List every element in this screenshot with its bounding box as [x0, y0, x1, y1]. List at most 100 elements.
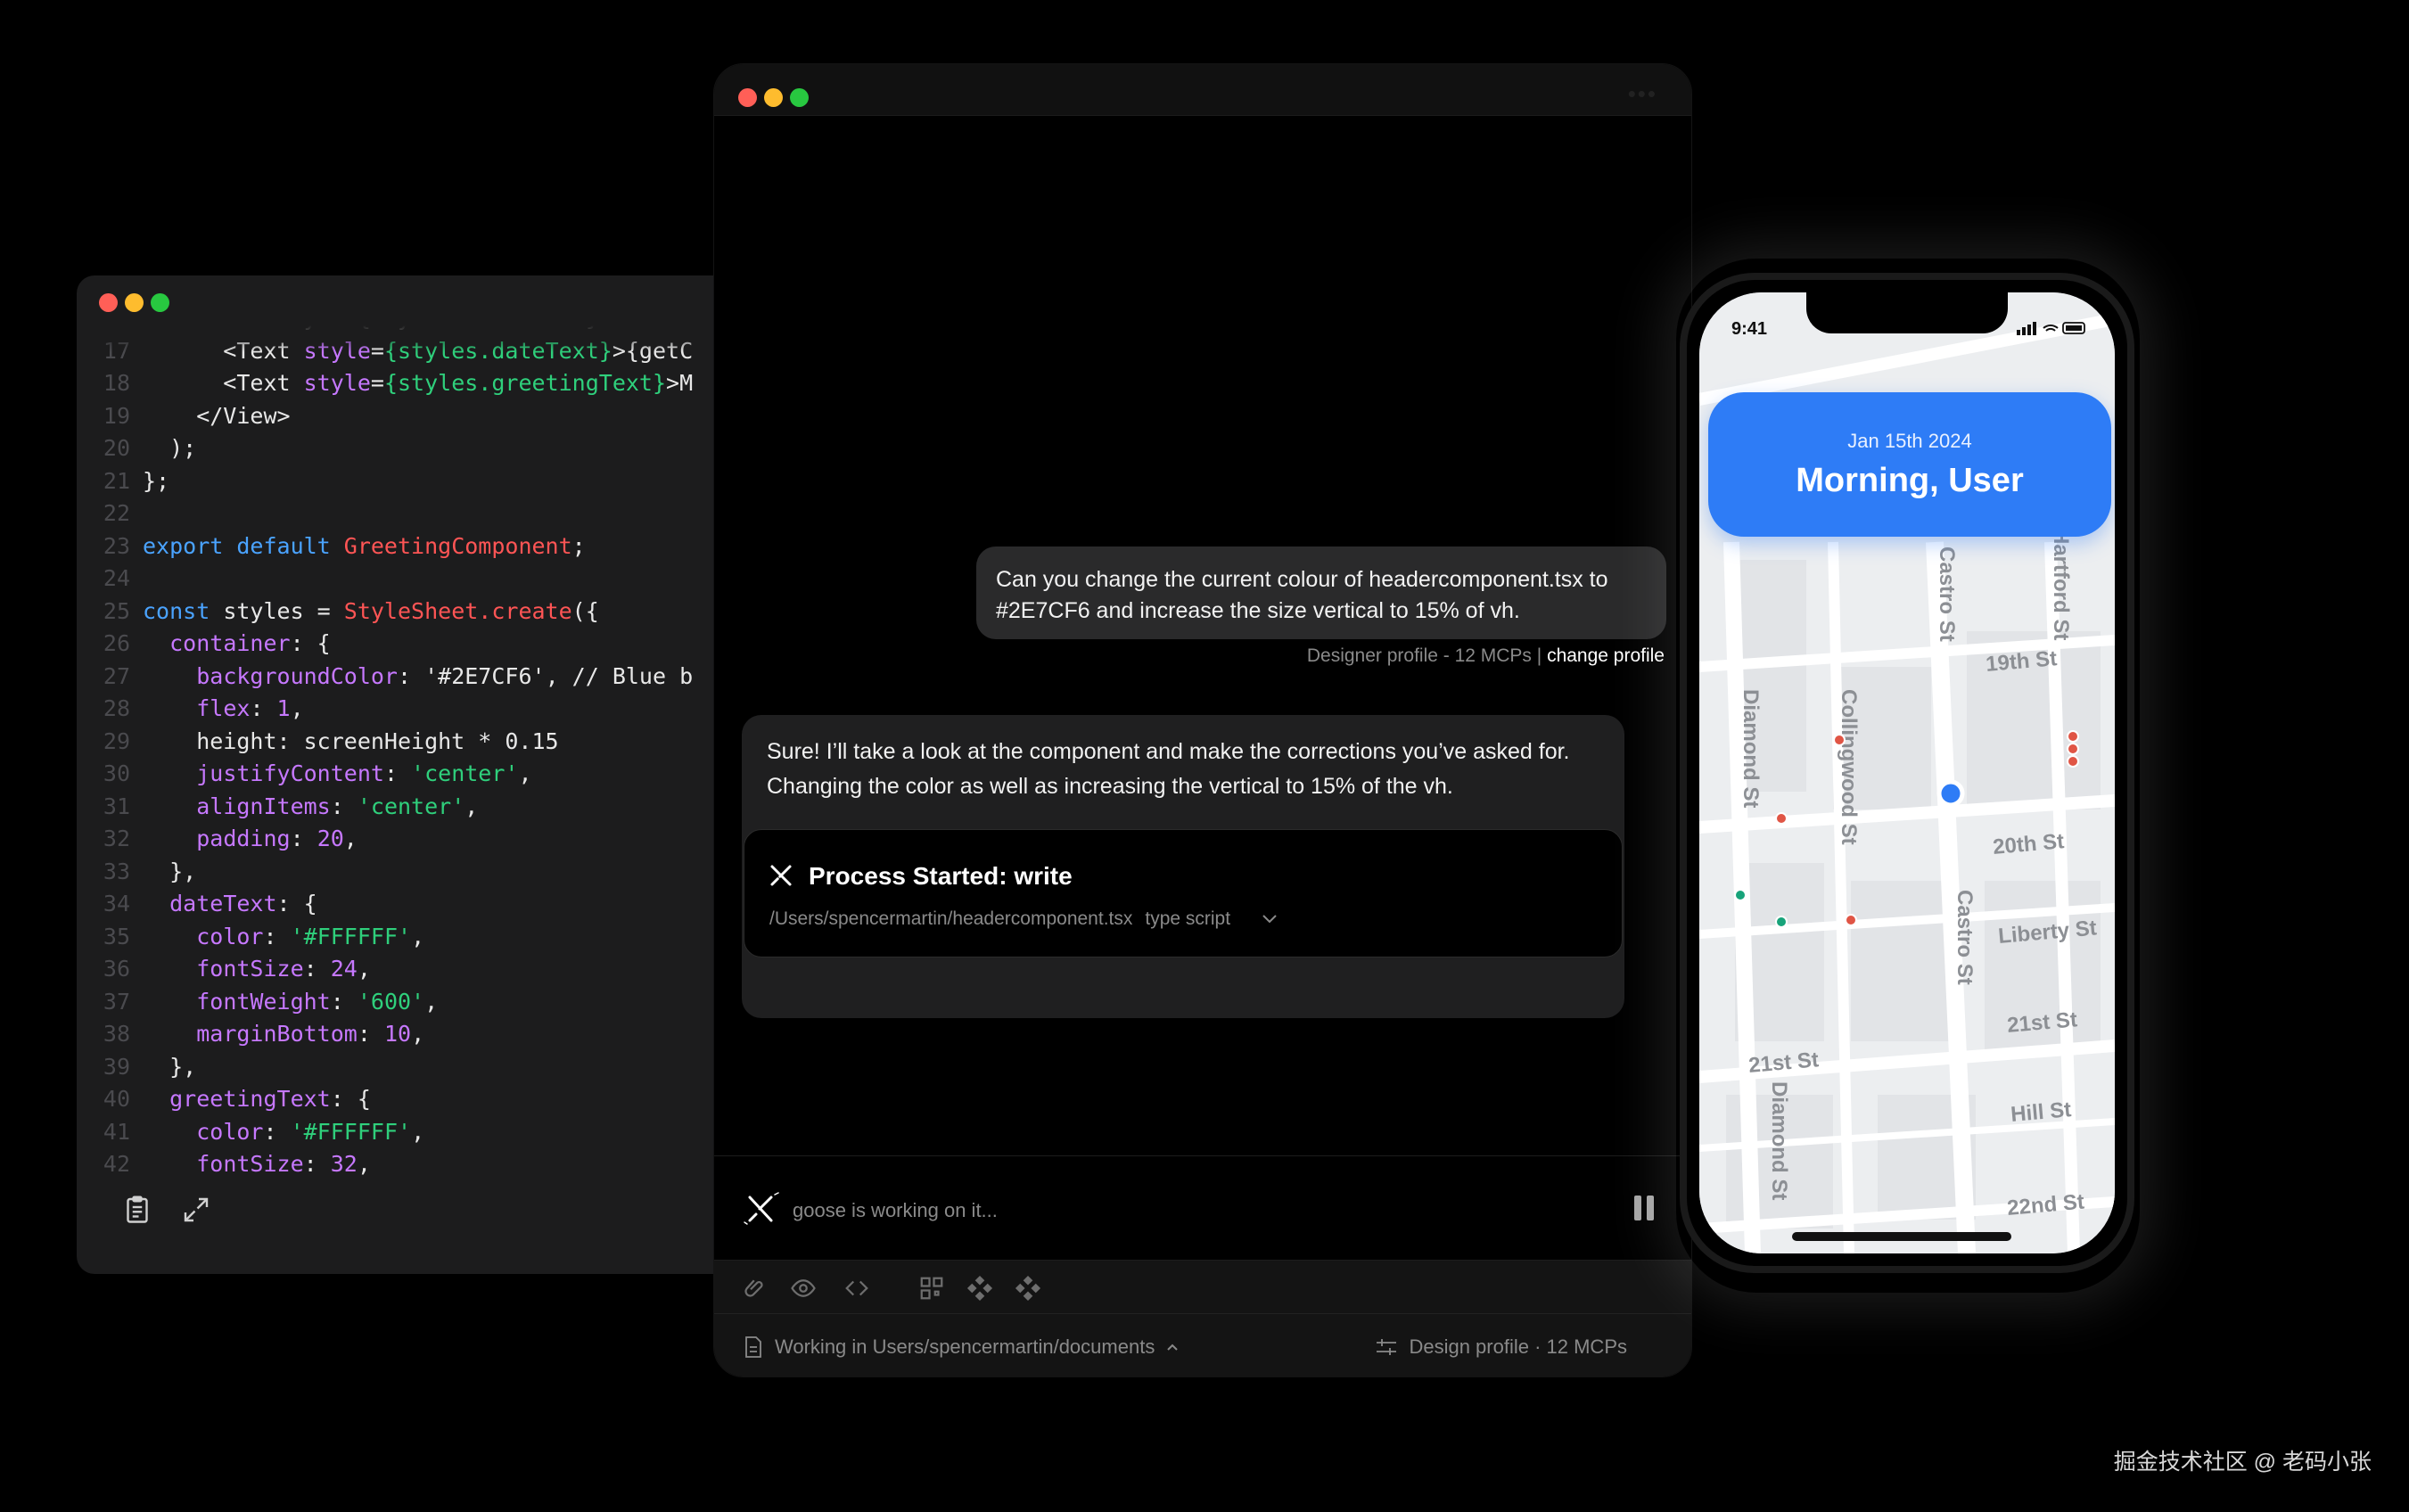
code-line: 24 — [77, 563, 754, 596]
code-token: ; — [571, 532, 586, 559]
code-line: 27 backgroundColor: '#2E7CF6', // Blue b — [77, 661, 754, 694]
map-pin — [2067, 743, 2079, 755]
minimize-window-button[interactable] — [125, 293, 144, 312]
code-line: 39 }, — [77, 1051, 754, 1084]
code-token: : — [383, 760, 412, 786]
code-token: : — [303, 1151, 331, 1177]
chat-titlebar: ••• — [714, 64, 1691, 116]
home-indicator[interactable] — [1792, 1232, 2011, 1241]
grid-icon[interactable] — [1014, 1275, 1042, 1302]
code-token: ); — [143, 435, 197, 461]
code-token: height: screenHeight * 0.15 — [143, 727, 559, 754]
scan-icon[interactable] — [917, 1275, 946, 1302]
process-path: /Users/spencermartin/headercomponent.tsx — [769, 908, 1133, 929]
code-token: '#FFFFFF' — [290, 1118, 412, 1145]
close-window-button[interactable] — [738, 88, 757, 107]
code-text: height: screenHeight * 0.15 — [143, 726, 559, 759]
code-line: 26 container: { — [77, 628, 754, 661]
line-number: 26 — [103, 630, 130, 656]
code-icon[interactable] — [843, 1275, 871, 1302]
chevron-down-icon[interactable] — [1261, 913, 1278, 925]
line-number: 32 — [103, 826, 130, 851]
working-directory-label: Working in Users/spencermartin/documents — [775, 1335, 1155, 1358]
code-text: color: '#FFFFFF', — [143, 1116, 424, 1149]
code-token: : — [303, 956, 331, 982]
code-text: fontWeight: '600', — [143, 986, 438, 1019]
pause-button[interactable] — [1634, 1196, 1656, 1220]
code-token: = — [370, 370, 384, 396]
code-token: , — [465, 793, 479, 819]
line-number: 27 — [103, 662, 130, 689]
code-token: : { — [276, 891, 317, 916]
line-number: 30 — [103, 760, 130, 786]
process-card[interactable]: Process Started: write /Users/spencermar… — [744, 829, 1623, 957]
code-token: 'center' — [357, 793, 465, 819]
line-number: 22 — [103, 500, 130, 526]
maximize-window-button[interactable] — [151, 293, 169, 312]
line-number: 41 — [103, 1118, 130, 1145]
eye-icon[interactable] — [789, 1275, 818, 1302]
map-pin — [1833, 734, 1846, 746]
assistant-message-text: Sure! I’ll take a look at the component … — [767, 739, 1570, 799]
code-line: 30 justifyContent: 'center', — [77, 758, 754, 791]
code-text: backgroundColor: '#2E7CF6', // Blue b — [143, 661, 693, 694]
map-pin — [1734, 889, 1747, 901]
map-pin — [2067, 730, 2079, 743]
more-options-icon[interactable]: ••• — [1628, 80, 1657, 108]
code-token: alignItems — [196, 793, 331, 819]
minimize-window-button[interactable] — [764, 88, 783, 107]
window-controls[interactable] — [738, 88, 809, 107]
code-token: backgroundColor — [196, 662, 398, 689]
code-token: {styles.greetingText} — [383, 370, 667, 396]
process-type: type script — [1145, 908, 1231, 929]
code-text: fontSize: 32, — [143, 1148, 371, 1181]
code-token: 1 — [276, 695, 291, 721]
window-controls[interactable] — [99, 293, 169, 312]
status-time: 9:41 — [1731, 319, 1768, 339]
code-token: marginBottom — [196, 1021, 358, 1047]
watermark: 掘金技术社区 @ 老码小张 — [2113, 1450, 2372, 1475]
header-date: Jan 15th 2024 — [1847, 430, 1972, 452]
code-token: >M — [666, 370, 694, 396]
line-number: 20 — [103, 435, 130, 461]
code-token: dateText — [169, 891, 277, 916]
expand-icon[interactable] — [180, 1194, 212, 1226]
chevron-up-icon[interactable] — [1165, 1342, 1180, 1352]
code-line: 42 fontSize: 32, — [77, 1148, 754, 1181]
code-text: alignItems: 'center', — [143, 791, 478, 824]
code-text: flex: 1, — [143, 693, 303, 726]
status-icons — [2017, 322, 2085, 335]
close-window-button[interactable] — [99, 293, 118, 312]
line-number: 38 — [103, 1021, 130, 1047]
code-lines: 16 <View style={styles.container}>17 <Te… — [77, 325, 754, 1181]
design-profile[interactable]: Design profile · 12 MCPs — [1375, 1335, 1627, 1359]
working-directory[interactable]: Working in Users/spencermartin/documents — [743, 1335, 1180, 1359]
code-text: greetingText: { — [143, 1083, 371, 1116]
code-token: '600' — [357, 988, 425, 1015]
code-token: fontWeight — [196, 988, 331, 1015]
code-view[interactable]: 16 <View style={styles.container}>17 <Te… — [77, 325, 754, 1208]
maximize-window-button[interactable] — [790, 88, 809, 107]
map-pin — [1845, 914, 1857, 926]
profile-info: Designer profile - 12 MCPs | — [1306, 645, 1548, 666]
clipboard-icon[interactable] — [121, 1194, 153, 1226]
change-profile-link[interactable]: change profile — [1547, 645, 1665, 666]
code-line: 21}; — [77, 465, 754, 498]
grid-icon[interactable] — [966, 1275, 994, 1302]
attach-icon[interactable] — [741, 1275, 769, 1302]
code-token: style — [303, 370, 371, 396]
header-greeting: Morning, User — [1796, 462, 2024, 499]
street-label: Collingwood St — [1837, 689, 1861, 845]
code-token: }; — [143, 467, 170, 494]
line-number: 34 — [103, 891, 130, 916]
code-line: 25 const styles = StyleSheet.create({ — [77, 596, 754, 629]
code-token: padding — [196, 826, 291, 851]
